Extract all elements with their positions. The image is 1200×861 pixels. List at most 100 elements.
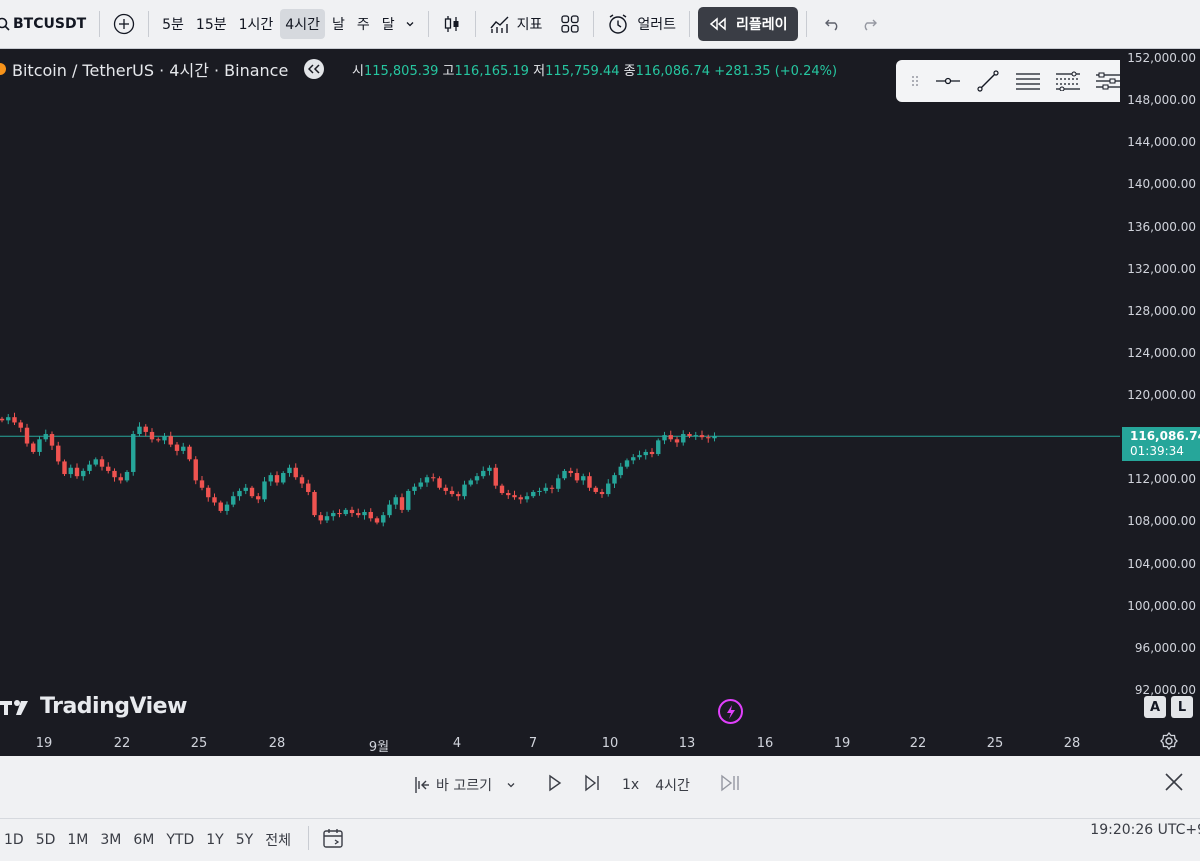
candle — [556, 474, 561, 492]
play-button[interactable] — [548, 774, 562, 796]
candle — [149, 428, 155, 443]
interval-group: 5분 15분 1시간 4시간 날 주 달 — [157, 9, 400, 39]
gear-icon — [1160, 732, 1178, 750]
close-replay-button[interactable] — [1164, 772, 1184, 796]
clock[interactable]: 19:20:26 UTC+9 — [1090, 822, 1200, 838]
replay-controls: 바 고르기 1x 4시간 — [414, 774, 740, 796]
time-label: 7 — [528, 736, 538, 751]
auto-scale-button[interactable]: A — [1144, 696, 1166, 718]
indicators-button[interactable]: 지표 — [484, 9, 548, 39]
chart-type-button[interactable] — [437, 9, 467, 39]
candle — [693, 431, 698, 440]
candle — [131, 430, 136, 476]
price-label: 124,000.00 — [1127, 345, 1196, 360]
settings-lines-icon[interactable] — [1094, 69, 1122, 93]
price-label: 112,000.00 — [1127, 472, 1196, 487]
time-axis[interactable]: 19 22 25 28 9월 4 7 10 13 16 19 22 25 28 — [0, 730, 1200, 756]
range-button[interactable]: 5Y — [232, 832, 261, 848]
candle — [431, 473, 436, 482]
replay-interval-button[interactable]: 4시간 — [655, 775, 690, 795]
rewind-icon — [709, 17, 726, 31]
alert-button[interactable]: 얼러트 — [602, 9, 681, 39]
time-label: 10 — [601, 736, 619, 751]
drag-handle-icon[interactable] — [908, 69, 922, 93]
select-bar-button[interactable]: 바 고르기 — [414, 775, 516, 795]
candle — [199, 475, 205, 491]
price-scale[interactable]: 152,000.00 148,000.00 144,000.00 140,000.00… — [1120, 49, 1200, 755]
horizontal-line-icon[interactable] — [934, 69, 962, 93]
candle — [312, 490, 317, 518]
candle — [237, 488, 242, 501]
interval-button[interactable]: 주 — [352, 9, 375, 39]
select-bar-label: 바 고르기 — [436, 778, 492, 794]
intervals-dropdown-button[interactable] — [400, 9, 420, 39]
candle — [593, 485, 598, 494]
compare-button[interactable] — [108, 9, 140, 39]
candle — [6, 414, 11, 425]
candle — [0, 416, 5, 423]
range-button[interactable]: 3M — [96, 832, 129, 848]
chart-pane[interactable] — [0, 49, 1120, 755]
trend-line-icon[interactable] — [974, 69, 1002, 93]
candle — [456, 491, 461, 501]
range-button[interactable]: 5D — [32, 832, 64, 848]
undo-button[interactable] — [815, 9, 851, 39]
price-label: 104,000.00 — [1127, 556, 1196, 571]
candle — [506, 489, 511, 499]
range-button[interactable]: YTD — [162, 832, 202, 848]
candle — [681, 430, 686, 446]
candle — [281, 471, 286, 485]
lightning-icon — [726, 704, 735, 719]
speed-button[interactable]: 1x — [622, 777, 639, 793]
jump-to-realtime-button[interactable] — [720, 774, 740, 796]
coin-dot-icon — [0, 63, 6, 75]
price-label: 96,000.00 — [1134, 640, 1196, 655]
redo-button[interactable] — [851, 9, 887, 39]
chart-settings-button[interactable] — [1158, 730, 1180, 752]
interval-button[interactable]: 5분 — [157, 9, 189, 39]
candle — [487, 465, 492, 476]
candle — [543, 483, 548, 494]
interval-button[interactable]: 날 — [327, 9, 350, 39]
fib-retracement-icon[interactable] — [1054, 69, 1082, 93]
parallel-lines-icon[interactable] — [1014, 69, 1042, 93]
candle — [112, 468, 117, 482]
candle — [68, 464, 73, 478]
go-to-date-button[interactable] — [322, 827, 344, 853]
price-label: 132,000.00 — [1127, 261, 1196, 276]
price-label: 152,000.00 — [1127, 51, 1196, 65]
candle — [249, 485, 255, 499]
range-button[interactable]: 1D — [0, 832, 32, 848]
redo-icon — [864, 19, 877, 31]
log-scale-button[interactable]: L — [1171, 696, 1193, 718]
candle — [668, 430, 673, 442]
candle — [99, 456, 105, 471]
drawing-toolbar — [896, 60, 1134, 102]
interval-button[interactable]: 4시간 — [280, 9, 325, 39]
range-button[interactable]: 1M — [63, 832, 96, 848]
candle — [581, 473, 586, 485]
step-forward-button[interactable] — [584, 774, 600, 796]
candle — [262, 477, 267, 502]
candle — [562, 469, 567, 481]
range-button[interactable]: 전체 — [261, 830, 299, 850]
high-value: 116,165.19 — [454, 64, 529, 79]
candlestick-chart[interactable] — [0, 49, 1120, 755]
replay-button[interactable]: 리플레이 — [698, 7, 798, 41]
price-label: 100,000.00 — [1127, 598, 1196, 613]
layouts-button[interactable] — [555, 9, 585, 39]
bolt-button[interactable] — [718, 699, 743, 724]
candle — [87, 460, 92, 475]
candle — [174, 442, 180, 456]
symbol-search[interactable]: BTCUSDT — [0, 9, 91, 39]
interval-button[interactable]: 1시간 — [234, 9, 279, 39]
range-button[interactable]: 1Y — [202, 832, 231, 848]
alert-label: 얼러트 — [637, 17, 677, 33]
interval-button[interactable]: 달 — [377, 9, 400, 39]
grid-layout-icon — [561, 15, 580, 33]
candle — [137, 422, 142, 437]
interval-button[interactable]: 15분 — [191, 9, 232, 39]
time-label: 25 — [190, 736, 208, 751]
collapse-legend-button[interactable] — [304, 59, 325, 79]
range-button[interactable]: 6M — [129, 832, 162, 848]
